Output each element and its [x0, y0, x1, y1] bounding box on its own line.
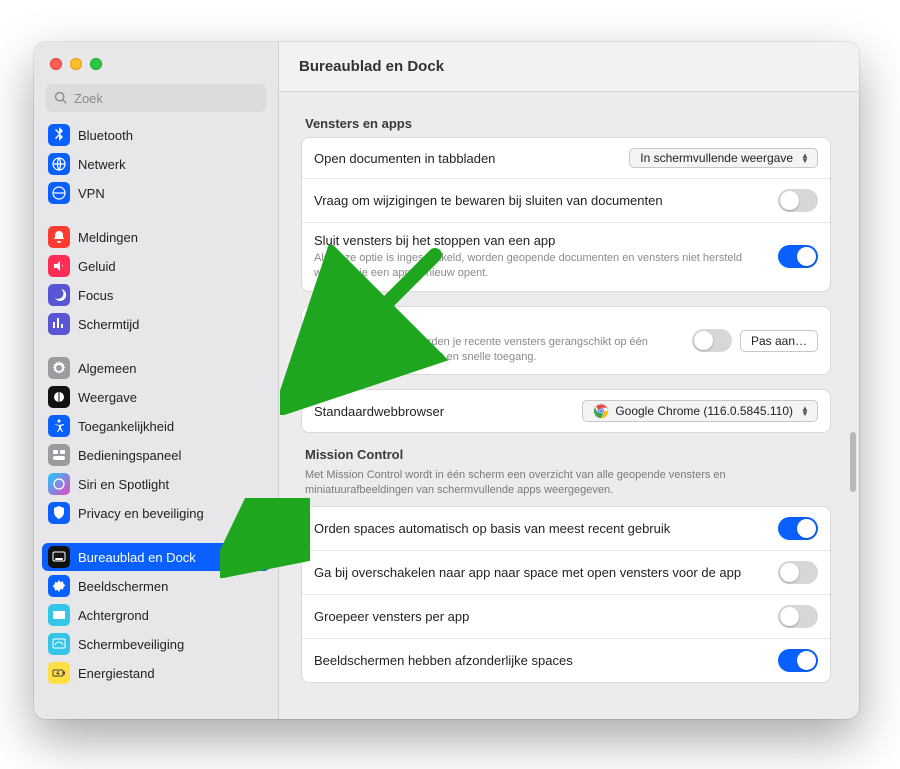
chrome-icon: [593, 403, 609, 419]
row-mc-separate-displays: Beeldschermen hebben afzonderlijke space…: [302, 639, 830, 682]
mc-rearrange-toggle[interactable]: [778, 517, 818, 540]
card-default-browser: Standaardwebbrowser Google Chrome (116.0…: [301, 389, 831, 433]
ask-save-toggle[interactable]: [778, 189, 818, 212]
settings-window: Zoek Bluetooth Netwerk VPN Meldingen Gel…: [34, 42, 859, 719]
stage-manager-customize-button[interactable]: Pas aan…: [740, 330, 818, 352]
close-window-button[interactable]: [50, 58, 62, 70]
sidebar-item-appearance[interactable]: Weergave: [42, 383, 270, 411]
row-close-windows: Sluit vensters bij het stoppen van een a…: [302, 223, 830, 291]
sidebar-item-sound[interactable]: Geluid: [42, 252, 270, 280]
sidebar-item-control-center[interactable]: Bedieningspaneel: [42, 441, 270, 469]
chevron-updown-icon: ▲▼: [799, 153, 811, 163]
search-icon: [54, 91, 68, 105]
row-ask-save: Vraag om wijzigingen te bewaren bij slui…: [302, 179, 830, 223]
chevron-updown-icon: ▲▼: [799, 406, 811, 416]
sidebar-item-focus[interactable]: Focus: [42, 281, 270, 309]
row-open-documents: Open documenten in tabbladen In schermvu…: [302, 138, 830, 179]
sidebar-item-notifications[interactable]: Meldingen: [42, 223, 270, 251]
row-stage-manager: Stage Manager Met Stage Manager worden j…: [302, 307, 830, 375]
sidebar-item-screensaver[interactable]: Schermbeveiliging: [42, 630, 270, 658]
sidebar-item-desktop-dock[interactable]: Bureaublad en Dock: [42, 543, 270, 571]
sidebar-item-battery[interactable]: Energiestand: [42, 659, 270, 687]
sidebar-item-accessibility[interactable]: Toegankelijkheid: [42, 412, 270, 440]
sidebar: Zoek Bluetooth Netwerk VPN Meldingen Gel…: [34, 42, 279, 719]
open-documents-popup[interactable]: In schermvullende weergave ▲▼: [629, 148, 818, 168]
close-windows-toggle[interactable]: [778, 245, 818, 268]
stage-manager-toggle[interactable]: [692, 329, 732, 352]
default-browser-popup[interactable]: Google Chrome (116.0.5845.110) ▲▼: [582, 400, 818, 422]
sidebar-item-network[interactable]: Netwerk: [42, 150, 270, 178]
sidebar-item-privacy[interactable]: Privacy en beveiliging: [42, 499, 270, 527]
sidebar-list[interactable]: Bluetooth Netwerk VPN Meldingen Geluid F…: [34, 120, 278, 719]
fullscreen-window-button[interactable]: [90, 58, 102, 70]
card-mission-control: Orden spaces automatisch op basis van me…: [301, 506, 831, 683]
section-mission-title: Mission Control: [305, 447, 831, 462]
page-title: Bureaublad en Dock: [279, 42, 859, 92]
card-stage-manager: Stage Manager Met Stage Manager worden j…: [301, 306, 831, 376]
minimize-window-button[interactable]: [70, 58, 82, 70]
window-controls: [34, 42, 278, 80]
sidebar-item-wallpaper[interactable]: Achtergrond: [42, 601, 270, 629]
sidebar-item-siri[interactable]: Siri en Spotlight: [42, 470, 270, 498]
row-mc-rearrange: Orden spaces automatisch op basis van me…: [302, 507, 830, 551]
scrollbar-thumb[interactable]: [850, 432, 856, 492]
card-windows: Open documenten in tabbladen In schermvu…: [301, 137, 831, 292]
sidebar-item-general[interactable]: Algemeen: [42, 354, 270, 382]
content-scroll[interactable]: Vensters en apps Open documenten in tabb…: [279, 92, 859, 719]
section-mission-desc: Met Mission Control wordt in één scherm …: [305, 468, 827, 498]
section-windows-title: Vensters en apps: [305, 116, 831, 131]
main-panel: Bureaublad en Dock Vensters en apps Open…: [279, 42, 859, 719]
mc-separate-displays-toggle[interactable]: [778, 649, 818, 672]
row-default-browser: Standaardwebbrowser Google Chrome (116.0…: [302, 390, 830, 432]
sidebar-item-screentime[interactable]: Schermtijd: [42, 310, 270, 338]
sidebar-item-displays[interactable]: Beeldschermen: [42, 572, 270, 600]
search-input[interactable]: Zoek: [46, 84, 266, 112]
sidebar-item-bluetooth[interactable]: Bluetooth: [42, 121, 270, 149]
mc-group-toggle[interactable]: [778, 605, 818, 628]
row-mc-switch-space: Ga bij overschakelen naar app naar space…: [302, 551, 830, 595]
mc-switch-space-toggle[interactable]: [778, 561, 818, 584]
row-mc-group: Groepeer vensters per app: [302, 595, 830, 639]
sidebar-item-vpn[interactable]: VPN: [42, 179, 270, 207]
search-placeholder: Zoek: [74, 91, 103, 106]
